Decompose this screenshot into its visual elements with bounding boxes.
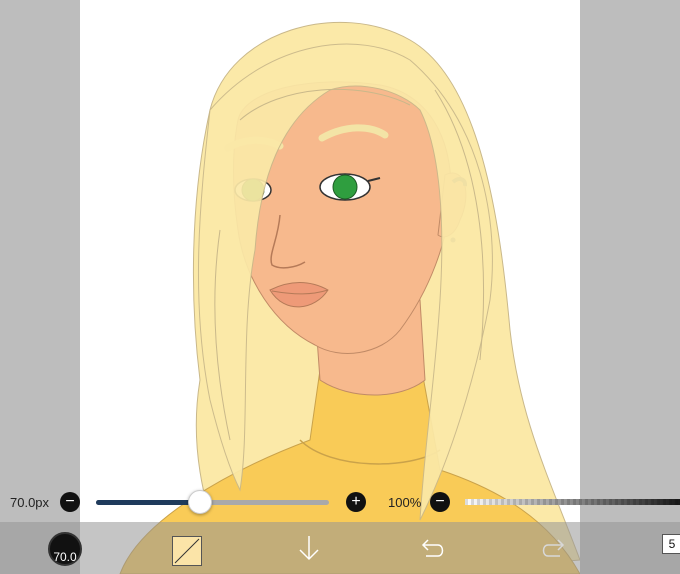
brush-size-button[interactable]: 70.0 [48,532,82,566]
brush-size-increase-button[interactable]: + [346,492,366,512]
brush-size-slider-handle[interactable] [188,490,212,514]
redo-icon [542,539,565,557]
brush-settings-bar: 70.0px − + 100% − [0,487,680,517]
redo-button[interactable] [540,536,568,565]
opacity-decrease-button[interactable]: − [430,492,450,512]
opacity-slider[interactable] [465,499,680,505]
layers-button[interactable]: 5 [662,534,680,554]
layers-count: 5 [668,537,676,551]
brush-size-decrease-button[interactable]: − [60,492,80,512]
brush-size-label: 70.0px [10,495,50,510]
color-swatch-icon [174,538,200,564]
brush-size-indicator-label: 70.0 [53,550,77,564]
color-picker-button[interactable] [172,536,202,566]
brush-size-slider-fill [96,500,199,505]
undo-icon [421,539,444,557]
opacity-label: 100% [388,495,422,510]
save-button[interactable] [296,534,322,567]
download-arrow-icon [299,536,319,561]
bottom-toolbar: 70.0 5 [0,522,680,574]
undo-button[interactable] [418,536,446,565]
